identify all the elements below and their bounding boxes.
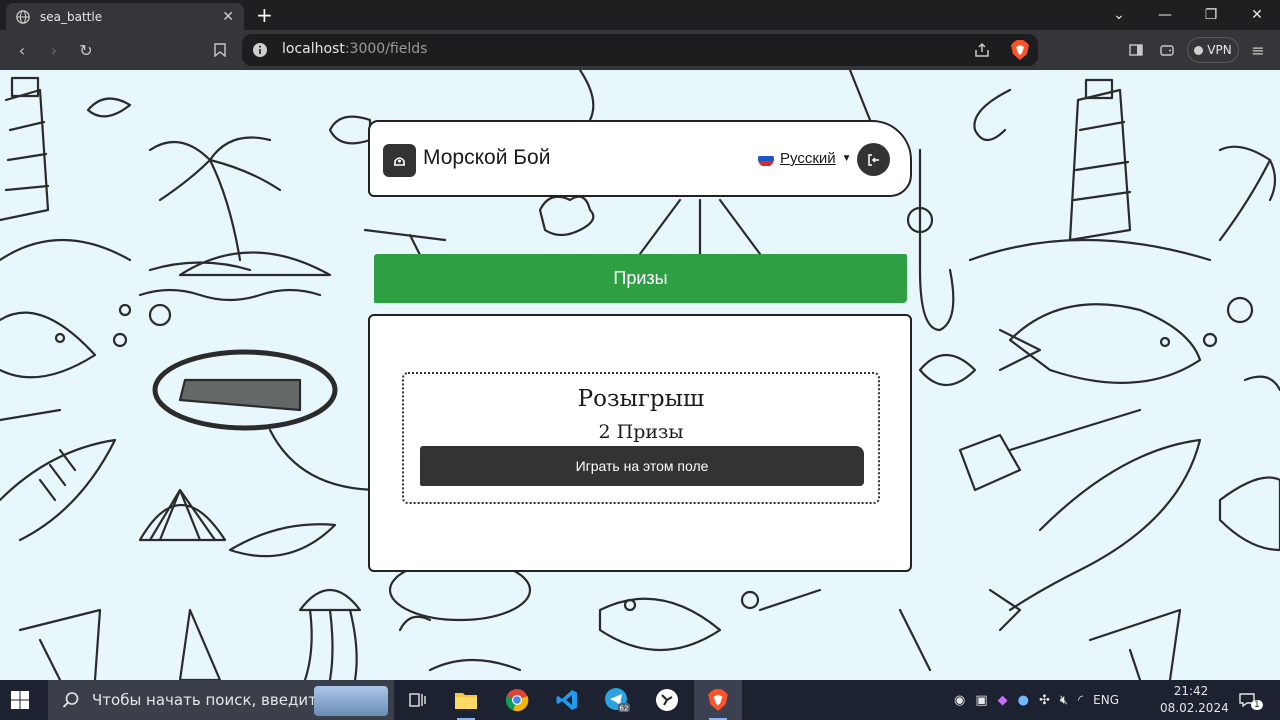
sidebar-icon[interactable] bbox=[1124, 38, 1148, 62]
ship-wheel-icon bbox=[394, 157, 405, 166]
site-info-icon[interactable] bbox=[252, 42, 268, 58]
site-title[interactable]: Морской Бой bbox=[423, 146, 550, 170]
telegram-icon[interactable]: 62 bbox=[601, 684, 633, 716]
browser-tab[interactable]: sea_battle ✕ bbox=[6, 3, 244, 30]
telegram-badge: 62 bbox=[620, 705, 629, 713]
game-app-icon[interactable] bbox=[651, 684, 683, 716]
russia-flag-icon bbox=[758, 150, 774, 167]
search-highlight-image bbox=[314, 686, 388, 716]
restore-icon[interactable]: ❐ bbox=[1188, 0, 1234, 30]
language-selector[interactable]: Русский ▼ bbox=[758, 150, 852, 167]
tab-title: sea_battle bbox=[40, 9, 103, 24]
browser-titlebar: sea_battle ✕ + ⌄ — ❐ ✕ bbox=[0, 0, 1280, 30]
taskbar-search[interactable]: Чтобы начать поиск, введите bbox=[48, 680, 394, 720]
tab-search-icon[interactable]: ⌄ bbox=[1096, 0, 1142, 30]
wallet-icon[interactable] bbox=[1155, 38, 1179, 62]
menu-icon[interactable]: ≡ bbox=[1246, 38, 1270, 62]
vpn-label: VPN bbox=[1207, 43, 1232, 57]
brave-taskbar-icon[interactable] bbox=[702, 684, 734, 716]
security-icon[interactable]: ▣ bbox=[975, 693, 987, 708]
search-icon bbox=[62, 692, 79, 708]
address-bar[interactable]: localhost:3000/fields bbox=[242, 34, 1038, 66]
new-tab-icon[interactable]: + bbox=[256, 3, 273, 27]
page: Морской Бой Русский ▼ Призы Розыгрыш 2 П… bbox=[0, 70, 1280, 680]
vscode-icon[interactable] bbox=[551, 684, 583, 716]
system-tray: ◉ ▣ ◆ ● ✣ 🔇︎ ◜ ENG bbox=[954, 680, 1119, 720]
header-card: Морской Бой Русский ▼ bbox=[368, 120, 912, 197]
clock[interactable]: 21:42 08.02.2024 bbox=[1160, 683, 1229, 717]
raffle-prize-count: 2 Призы bbox=[598, 421, 684, 443]
share-icon[interactable] bbox=[973, 41, 991, 59]
vpn-button[interactable]: VPN bbox=[1187, 37, 1239, 63]
language-label: Русский bbox=[780, 150, 836, 167]
globe-icon bbox=[16, 9, 30, 24]
brave-shields-icon[interactable] bbox=[1010, 39, 1030, 61]
file-explorer-icon[interactable] bbox=[450, 684, 482, 716]
notification-count: 1 bbox=[1251, 700, 1263, 710]
logout-button[interactable] bbox=[857, 143, 890, 176]
time: 21:42 bbox=[1173, 684, 1209, 698]
raffle-title: Розыгрыш bbox=[577, 386, 705, 412]
close-tab-icon[interactable]: ✕ bbox=[222, 9, 234, 25]
vpn-status-icon bbox=[1194, 45, 1204, 55]
forward-icon[interactable]: › bbox=[42, 38, 66, 62]
close-window-icon[interactable]: ✕ bbox=[1234, 0, 1280, 30]
mute-icon[interactable]: 🔇︎ bbox=[1060, 693, 1068, 708]
back-icon[interactable]: ‹ bbox=[10, 38, 34, 62]
input-language[interactable]: ENG bbox=[1093, 693, 1119, 707]
search-placeholder: Чтобы начать поиск, введите bbox=[92, 691, 327, 709]
prizes-button[interactable]: Призы bbox=[374, 254, 907, 303]
raffle-card: Розыгрыш 2 Призы Играть на этом поле bbox=[402, 372, 880, 504]
network-app-icon[interactable]: ● bbox=[1018, 693, 1029, 708]
app-tray-icon[interactable]: ◆ bbox=[998, 693, 1008, 708]
main-card: Розыгрыш 2 Призы Играть на этом поле bbox=[368, 314, 912, 572]
logout-icon bbox=[867, 153, 879, 166]
logo[interactable] bbox=[383, 144, 416, 177]
bluetooth-icon[interactable]: ✣ bbox=[1039, 693, 1050, 708]
notification-center[interactable]: 1 bbox=[1238, 680, 1263, 720]
play-on-field-button[interactable]: Играть на этом поле bbox=[420, 446, 864, 486]
discord-icon[interactable]: ◉ bbox=[954, 693, 965, 708]
caret-down-icon: ▼ bbox=[841, 153, 852, 164]
task-view-icon[interactable] bbox=[402, 684, 434, 716]
bookmark-icon[interactable] bbox=[208, 38, 232, 62]
date: 08.02.2024 bbox=[1160, 701, 1229, 715]
reload-icon[interactable]: ↻ bbox=[74, 38, 98, 62]
url-text: localhost:3000/fields bbox=[282, 41, 428, 57]
windows-taskbar: Чтобы начать поиск, введите 62 ◉ ▣ ◆ ● ✣… bbox=[0, 680, 1280, 720]
chrome-icon[interactable] bbox=[501, 684, 533, 716]
windows-start-icon[interactable] bbox=[10, 690, 30, 710]
minimize-icon[interactable]: — bbox=[1142, 0, 1188, 30]
wifi-icon[interactable]: ◜ bbox=[1078, 693, 1083, 708]
